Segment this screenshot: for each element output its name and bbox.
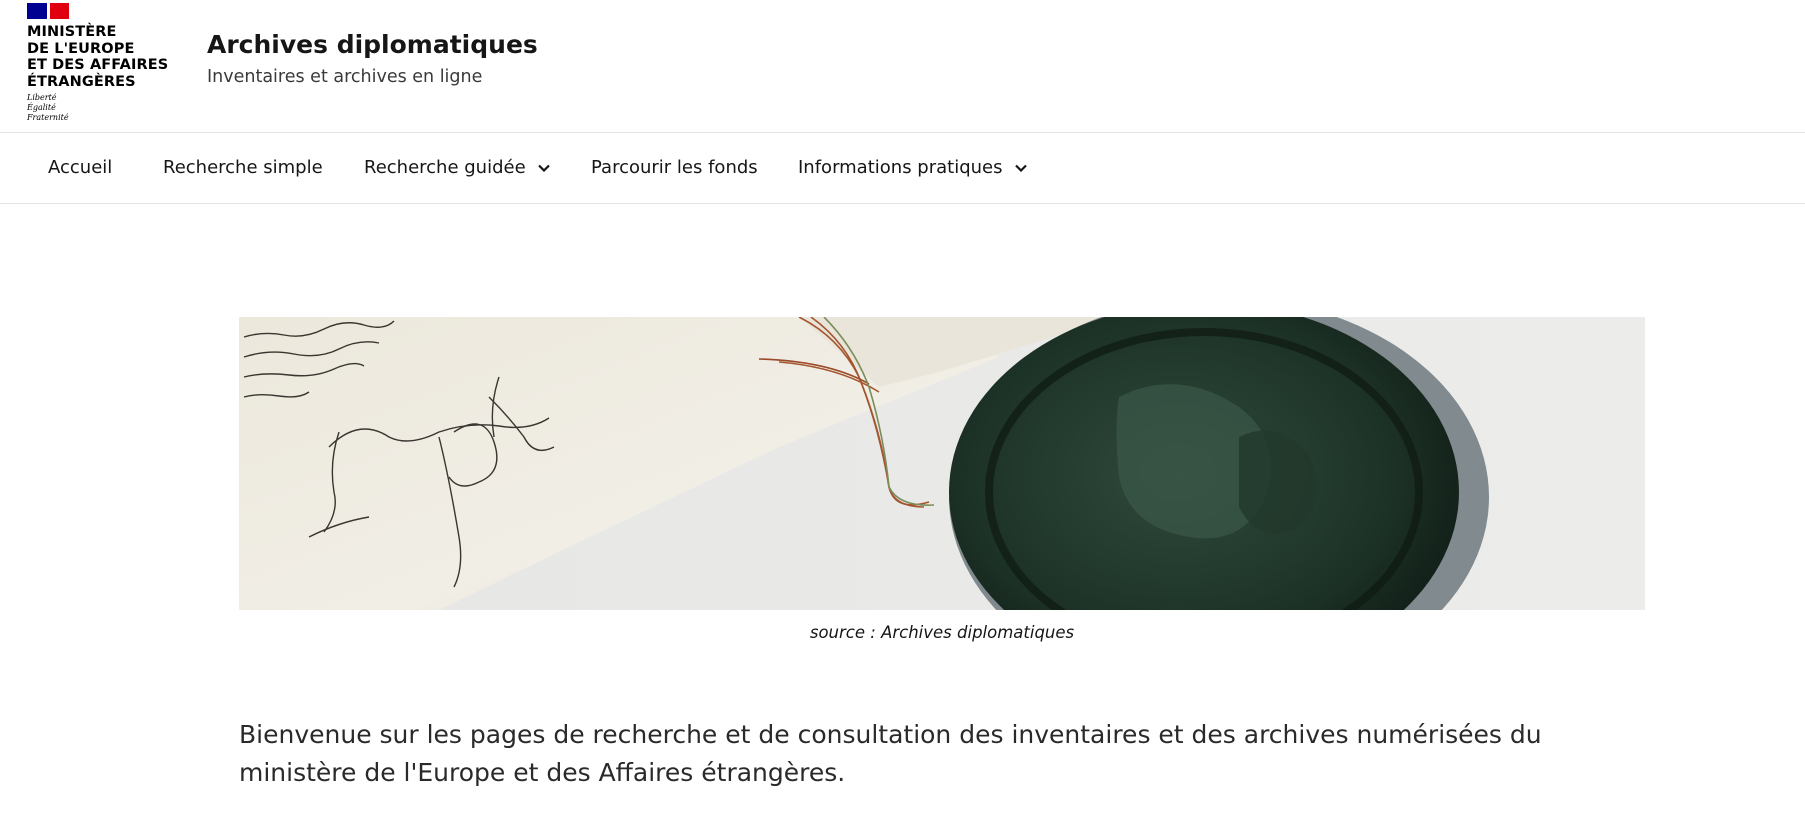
nav-item-parcourir-les-fonds[interactable]: Parcourir les fonds xyxy=(591,133,758,203)
nav-item-informations-pratiques[interactable]: Informations pratiques xyxy=(798,133,1027,203)
banner-caption: source : Archives diplomatiques xyxy=(809,623,1075,642)
nav-item-recherche-simple[interactable]: Recherche simple xyxy=(163,133,323,203)
chevron-down-icon xyxy=(1014,133,1027,203)
ministry-logo[interactable]: MINISTÈRE DE L'EUROPE ET DES AFFAIRES ÉT… xyxy=(27,3,169,123)
nav-item-recherche-guidee[interactable]: Recherche guidée xyxy=(364,133,550,203)
ministry-name: MINISTÈRE DE L'EUROPE ET DES AFFAIRES ÉT… xyxy=(27,24,169,90)
main-navigation: Accueil Recherche simple Recherche guidé… xyxy=(0,133,1805,204)
banner-image xyxy=(239,317,1645,610)
republic-motto: Liberté Égalité Fraternité xyxy=(27,93,69,122)
french-flag-icon xyxy=(27,3,69,19)
chevron-down-icon xyxy=(537,133,550,203)
welcome-text: Bienvenue sur les pages de recherche et … xyxy=(239,720,1542,787)
manuscript-seal-illustration xyxy=(239,317,1645,610)
site-title[interactable]: Archives diplomatiques xyxy=(207,30,538,59)
nav-item-accueil[interactable]: Accueil xyxy=(48,133,112,203)
site-header: MINISTÈRE DE L'EUROPE ET DES AFFAIRES ÉT… xyxy=(0,0,1805,133)
site-tagline: Inventaires et archives en ligne xyxy=(207,67,483,87)
